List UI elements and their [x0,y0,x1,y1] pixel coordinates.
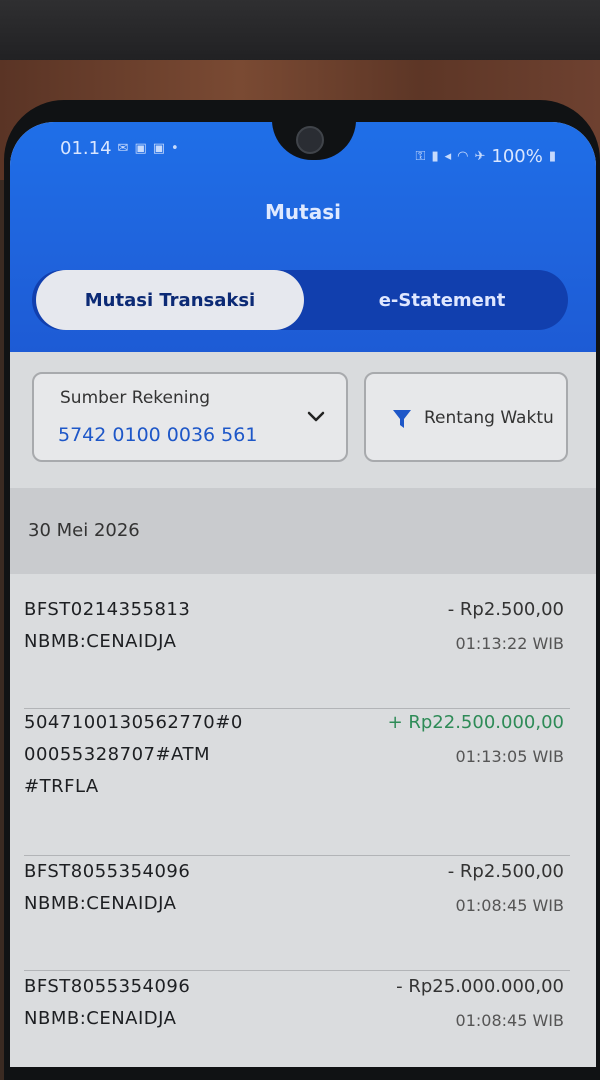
battery-saver-icon: ▮ [431,149,439,164]
mute-icon: ◂ [444,149,452,164]
transaction-amount: + Rp22.500.000,00 [387,712,564,733]
status-bar-right: ⚿ ▮ ◂ ◠ ✈ 100% ▮ [416,146,556,167]
transaction-desc-line: NBMB:CENAIDJA [24,631,177,652]
transaction-row[interactable]: 5047100130562770#0 00055328707#ATM #TRFL… [10,707,596,847]
transaction-desc-line: BFST8055354096 [24,976,191,997]
transaction-description: BFST8055354096 NBMB:CENAIDJA [24,856,190,920]
transaction-desc-line: #TRFLA [24,776,99,797]
transaction-time: 01:08:45 WIB [455,896,564,915]
tab-bar: Mutasi Transaksi e-Statement [32,270,568,330]
app-header: 01.14 ✉ ▣ ▣ • ⚿ ▮ ◂ ◠ ✈ 100% ▮ Mutasi Mu… [10,122,596,352]
tab-mutasi-transaksi[interactable]: Mutasi Transaksi [36,270,304,330]
account-number: 5742 0100 0036 561 [58,424,258,446]
transaction-desc-line: NBMB:CENAIDJA [24,893,177,914]
wifi-icon: ◠ [457,149,469,164]
transaction-time: 01:08:45 WIB [455,1011,564,1030]
transaction-list: BFST0214355813 NBMB:CENAIDJA - Rp2.500,0… [10,574,596,1067]
account-source-dropdown[interactable]: Sumber Rekening 5742 0100 0036 561 [32,372,348,462]
transaction-amount: - Rp2.500,00 [447,599,564,620]
transaction-row[interactable]: BFST8055354096 NBMB:CENAIDJA - Rp2.500,0… [10,856,596,968]
account-source-label: Sumber Rekening [60,388,211,408]
transaction-desc-line: BFST0214355813 [24,599,191,620]
date-group-header: 30 Mei 2026 [10,488,596,574]
transaction-desc-line: 5047100130562770#0 [24,712,243,733]
tab-e-statement[interactable]: e-Statement [322,270,562,330]
key-icon: ⚿ [415,149,426,164]
transaction-desc-line: BFST8055354096 [24,861,191,882]
battery-percent: 100% [491,146,543,167]
battery-icon: ▮ [548,149,556,164]
mail-icon: ✉ [117,141,129,156]
status-bar-left: 01.14 ✉ ▣ ▣ • [60,138,179,159]
date-range-filter-button[interactable]: Rentang Waktu [364,372,568,462]
transaction-amount: - Rp2.500,00 [447,861,564,882]
transaction-row[interactable]: BFST8055354096 NBMB:CENAIDJA - Rp25.000.… [10,971,596,1067]
filter-label: Rentang Waktu [424,408,554,428]
transaction-description: 5047100130562770#0 00055328707#ATM #TRFL… [24,707,243,803]
camera-icon [296,126,324,154]
notification-icon: ▣ [134,141,147,156]
transaction-time: 01:13:22 WIB [455,634,564,653]
status-time: 01.14 [60,138,112,159]
airplane-icon: ✈ [474,149,486,164]
transaction-amount: - Rp25.000.000,00 [396,976,564,997]
app-screen: 01.14 ✉ ▣ ▣ • ⚿ ▮ ◂ ◠ ✈ 100% ▮ Mutasi Mu… [10,122,596,1067]
transaction-desc-line: NBMB:CENAIDJA [24,1008,177,1029]
chevron-down-icon [307,411,325,422]
transaction-row[interactable]: BFST0214355813 NBMB:CENAIDJA - Rp2.500,0… [10,594,596,706]
transaction-desc-line: 00055328707#ATM [24,744,210,765]
notification-icon-2: ▣ [152,141,166,156]
transaction-description: BFST0214355813 NBMB:CENAIDJA [24,594,190,658]
page-title: Mutasi [265,200,341,224]
transaction-description: BFST8055354096 NBMB:CENAIDJA [24,971,190,1035]
dot-icon: • [171,141,179,156]
transaction-time: 01:13:05 WIB [455,747,564,766]
filter-icon [393,410,411,428]
date-group-label: 30 Mei 2026 [28,520,140,541]
